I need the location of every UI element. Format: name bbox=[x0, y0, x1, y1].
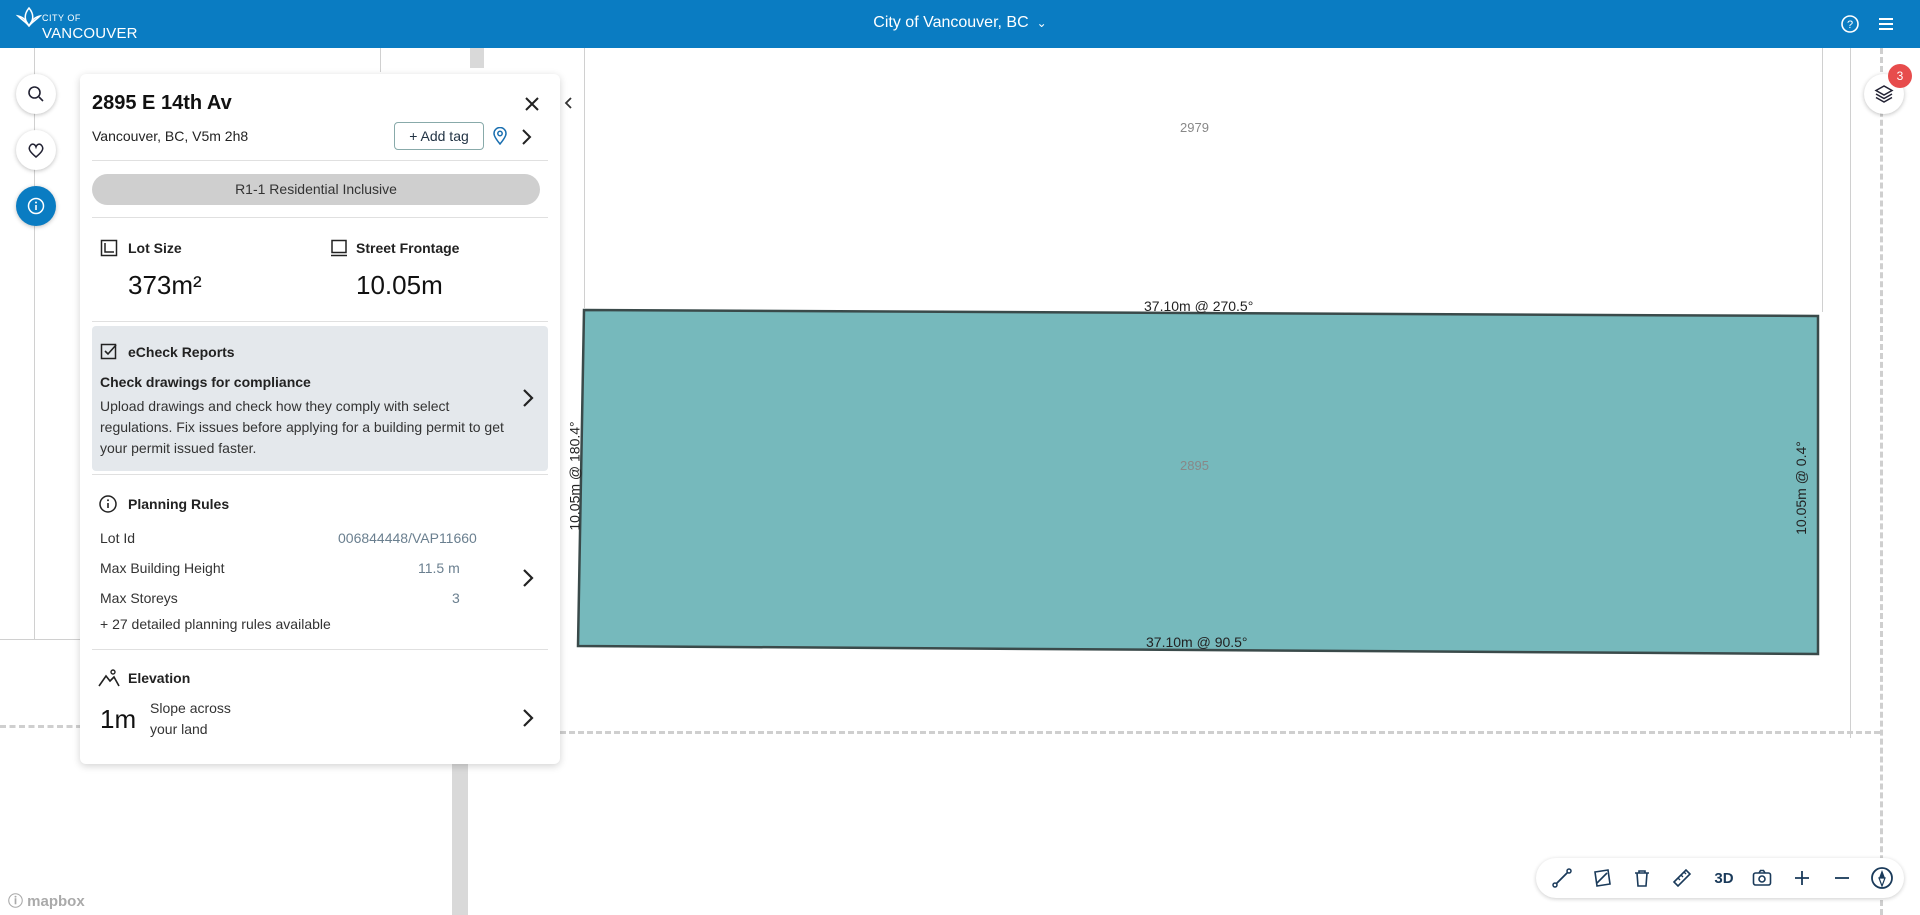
top-bar: CITY OF VANCOUVER City of Vancouver, BC ⌄… bbox=[0, 0, 1920, 48]
ruler-icon bbox=[1672, 868, 1692, 888]
plus-icon bbox=[1795, 871, 1809, 885]
draw-line-button[interactable] bbox=[1550, 866, 1574, 890]
elevation-description: Slope across bbox=[150, 700, 231, 716]
street-frontage-icon bbox=[331, 239, 347, 257]
heart-icon bbox=[28, 143, 44, 158]
city-selector[interactable]: City of Vancouver, BC ⌄ bbox=[0, 14, 1920, 32]
dimension-label-right: 10.05m @ 0.4° bbox=[1792, 441, 1809, 535]
dimension-label-left: 10.05m @ 180.4° bbox=[566, 421, 583, 531]
planning-rule-label: Lot Id bbox=[100, 530, 136, 546]
collapse-panel-button[interactable] bbox=[556, 88, 580, 118]
chevron-right-icon[interactable] bbox=[522, 708, 534, 728]
echeck-description-line: Upload drawings and check how they compl… bbox=[100, 398, 450, 414]
address-subtitle: Vancouver, BC, V5m 2h8 bbox=[92, 128, 249, 144]
property-panel: 2895 E 14th Av Vancouver, BC, V5m 2h8 + … bbox=[80, 74, 560, 764]
planning-rule-value: 11.5 m bbox=[418, 560, 460, 576]
draw-polygon-icon bbox=[1594, 869, 1611, 887]
city-selector-label: City of Vancouver, BC bbox=[873, 14, 1029, 31]
search-icon bbox=[28, 86, 44, 102]
close-icon[interactable] bbox=[522, 94, 542, 114]
lot-size-icon bbox=[100, 239, 118, 257]
chevron-right-icon[interactable] bbox=[520, 128, 532, 151]
elevation-description: your land bbox=[150, 721, 208, 737]
measure-button[interactable] bbox=[1670, 866, 1694, 890]
planning-rules-more[interactable]: + 27 detailed planning rules available bbox=[100, 616, 331, 632]
echeck-heading: Check drawings for compliance bbox=[100, 374, 311, 390]
chevron-right-icon[interactable] bbox=[522, 568, 534, 588]
map-toolbar: 3D bbox=[1536, 858, 1904, 898]
planning-rule-label: Max Storeys bbox=[100, 590, 178, 606]
lot-size-value: 373m² bbox=[128, 270, 202, 300]
zoom-out-button[interactable] bbox=[1830, 866, 1854, 890]
compass-button[interactable] bbox=[1870, 866, 1894, 890]
search-button[interactable] bbox=[16, 74, 56, 114]
trash-icon bbox=[1635, 870, 1649, 887]
svg-text:?: ? bbox=[1847, 19, 1853, 31]
echeck-description-line: regulations. Fix issues before applying … bbox=[100, 419, 504, 435]
menu-icon[interactable] bbox=[1874, 12, 1898, 36]
mapbox-text: mapbox bbox=[27, 893, 85, 910]
elevation-icon bbox=[98, 669, 120, 687]
add-tag-button[interactable]: + Add tag bbox=[394, 122, 484, 150]
elevation-value: 1m bbox=[100, 704, 137, 734]
planning-rule-label: Max Building Height bbox=[100, 560, 225, 576]
lot-size-label: Lot Size bbox=[128, 240, 182, 256]
chevron-right-icon bbox=[523, 389, 534, 407]
info-icon bbox=[99, 495, 117, 513]
divider bbox=[92, 474, 548, 475]
street-frontage-label: Street Frontage bbox=[356, 240, 460, 256]
help-icon[interactable]: ? bbox=[1838, 12, 1862, 36]
checkbox-icon bbox=[100, 343, 117, 360]
dimension-label-bottom: 37.10m @ 90.5° bbox=[1146, 634, 1248, 650]
echeck-card[interactable]: eCheck Reports Check drawings for compli… bbox=[92, 326, 548, 471]
page-title: 2895 E 14th Av bbox=[92, 92, 232, 114]
zoning-badge[interactable]: R1-1 Residential Inclusive bbox=[92, 174, 540, 205]
lot-number: 2979 bbox=[1180, 120, 1209, 135]
layers-count-badge: 3 bbox=[1888, 64, 1912, 88]
divider bbox=[92, 649, 548, 650]
planning-rule-value: 3 bbox=[452, 590, 460, 606]
lot-number: 2895 bbox=[1180, 458, 1209, 473]
camera-icon bbox=[1752, 869, 1772, 886]
echeck-title: eCheck Reports bbox=[128, 344, 235, 360]
delete-button[interactable] bbox=[1630, 866, 1654, 890]
street-frontage-value: 10.05m bbox=[356, 270, 443, 300]
echeck-description-line: your permit issued faster. bbox=[100, 440, 257, 456]
layers-icon bbox=[1874, 85, 1894, 103]
3d-toggle-button[interactable]: 3D bbox=[1708, 866, 1740, 890]
divider bbox=[92, 321, 548, 322]
screenshot-button[interactable] bbox=[1750, 866, 1774, 890]
chevron-left-icon bbox=[564, 97, 572, 109]
draw-polygon-button[interactable] bbox=[1590, 866, 1614, 890]
location-pin-icon[interactable] bbox=[492, 126, 508, 150]
info-icon bbox=[27, 197, 45, 215]
elevation-title: Elevation bbox=[128, 670, 191, 686]
divider bbox=[92, 160, 548, 161]
info-button[interactable] bbox=[16, 186, 56, 226]
zoom-in-button[interactable] bbox=[1790, 866, 1814, 890]
planning-rule-value: 006844448/VAP11660 bbox=[338, 530, 477, 546]
mapbox-attribution[interactable]: ⓘ mapbox bbox=[8, 890, 85, 911]
chevron-down-icon: ⌄ bbox=[1036, 16, 1047, 30]
divider bbox=[92, 217, 548, 218]
minus-icon bbox=[1835, 877, 1849, 879]
planning-rules-title: Planning Rules bbox=[128, 496, 230, 512]
favorites-button[interactable] bbox=[16, 130, 56, 170]
compass-icon bbox=[1871, 867, 1893, 889]
draw-line-icon bbox=[1552, 868, 1572, 888]
dimension-label-top: 37.10m @ 270.5° bbox=[1144, 298, 1254, 314]
